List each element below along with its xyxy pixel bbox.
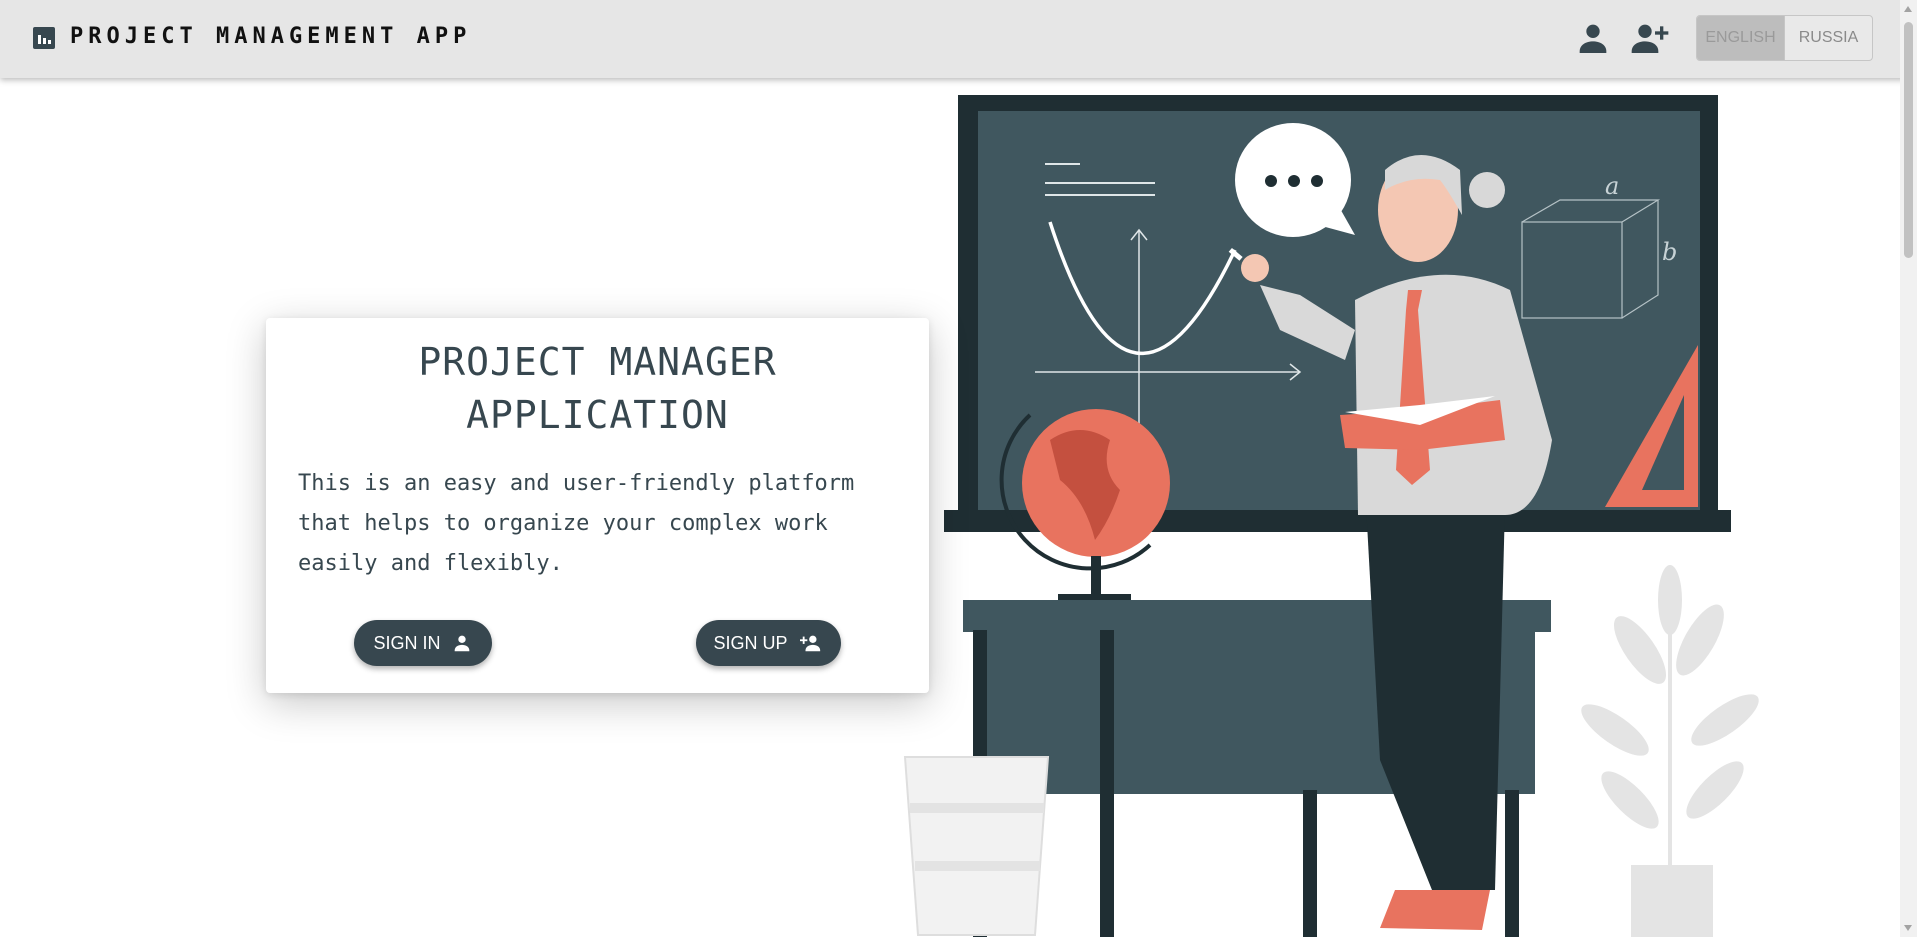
card-title: PROJECT MANAGER APPLICATION xyxy=(266,336,929,442)
scroll-down-arrow-icon[interactable] xyxy=(1904,925,1912,931)
chalk-letter-a: a xyxy=(1605,172,1619,200)
sign-in-button[interactable]: SIGN IN xyxy=(354,620,492,666)
sign-in-label: SIGN IN xyxy=(373,632,441,653)
language-toggle: ENGLISH RUSSIA xyxy=(1696,15,1873,61)
card-description: This is an easy and user-friendly platfo… xyxy=(298,464,908,584)
waste-basket xyxy=(903,756,1050,936)
card-title-line-1: PROJECT MANAGER xyxy=(418,340,777,384)
chalk-letter-b: b xyxy=(1662,238,1677,266)
person-add-icon[interactable] xyxy=(1628,18,1672,58)
intro-card: PROJECT MANAGER APPLICATION This is an e… xyxy=(266,318,929,693)
card-description-line-1: This is an easy and user-friendly platfo… xyxy=(298,471,855,496)
app-title[interactable]: PROJECT MANAGEMENT APP xyxy=(70,24,471,49)
person-add-icon xyxy=(799,635,820,652)
person-icon xyxy=(454,635,469,652)
top-app-bar: PROJECT MANAGEMENT APP ENGLISH RUSSIA xyxy=(0,0,1917,78)
card-description-line-3: easily and flexibly. xyxy=(298,551,563,576)
logo-chart-icon xyxy=(33,27,55,49)
scroll-up-arrow-icon[interactable] xyxy=(1904,6,1912,12)
scrollbar-thumb[interactable] xyxy=(1904,22,1913,258)
plant xyxy=(1581,565,1759,937)
sign-up-label: SIGN UP xyxy=(713,632,788,653)
card-title-line-2: APPLICATION xyxy=(466,393,729,437)
language-russia-button[interactable]: RUSSIA xyxy=(1785,16,1872,60)
person-icon[interactable] xyxy=(1573,18,1613,58)
language-english-button[interactable]: ENGLISH xyxy=(1697,16,1785,60)
card-description-line-2: that helps to organize your complex work xyxy=(298,511,828,536)
sign-up-button[interactable]: SIGN UP xyxy=(696,620,841,666)
vertical-scrollbar[interactable] xyxy=(1900,0,1917,937)
